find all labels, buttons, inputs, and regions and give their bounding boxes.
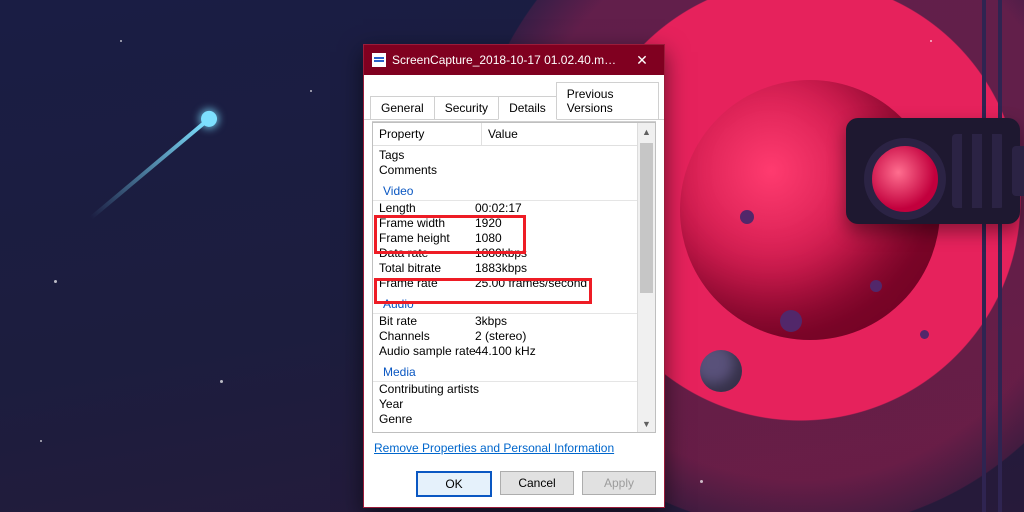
table-row[interactable]: Data rate 1880kbps bbox=[373, 246, 655, 261]
ok-button[interactable]: OK bbox=[416, 471, 492, 497]
property-value bbox=[475, 148, 649, 163]
property-label: Data rate bbox=[379, 246, 475, 261]
row-frame-rate[interactable]: Frame rate 25.00 frames/second bbox=[373, 276, 655, 291]
property-value bbox=[475, 397, 649, 412]
apply-button[interactable]: Apply bbox=[582, 471, 656, 495]
vertical-scrollbar[interactable]: ▲ ▼ bbox=[637, 123, 655, 432]
property-value: 1883kbps bbox=[475, 261, 649, 276]
table-row[interactable]: Total bitrate 1883kbps bbox=[373, 261, 655, 276]
property-label: Genre bbox=[379, 412, 475, 427]
property-label: Tags bbox=[379, 148, 475, 163]
table-row[interactable]: Audio sample rate 44.100 kHz bbox=[373, 344, 655, 359]
scroll-down-icon[interactable]: ▼ bbox=[638, 415, 655, 432]
tab-panel-details: Property Value Tags Comments Video Lengt… bbox=[372, 121, 656, 461]
file-icon bbox=[372, 53, 386, 67]
tab-security[interactable]: Security bbox=[434, 96, 499, 120]
property-label: Comments bbox=[379, 163, 475, 178]
table-row[interactable]: Tags bbox=[373, 148, 655, 163]
section-header-media: Media bbox=[373, 361, 655, 382]
table-body: Tags Comments Video Length 00:02:17 Fram… bbox=[373, 146, 655, 431]
moon-graphic bbox=[700, 350, 742, 392]
dialog-button-bar: OK Cancel Apply bbox=[364, 467, 664, 507]
probe-graphic bbox=[846, 118, 1020, 224]
property-value: 1080 bbox=[475, 231, 649, 246]
property-label: Total bitrate bbox=[379, 261, 475, 276]
remove-properties-link[interactable]: Remove Properties and Personal Informati… bbox=[374, 441, 614, 455]
table-header: Property Value bbox=[373, 123, 655, 146]
probe-tether bbox=[982, 0, 986, 512]
property-label: Frame height bbox=[379, 231, 475, 246]
close-icon: ✕ bbox=[636, 52, 648, 69]
probe-graphic-side bbox=[1012, 146, 1024, 196]
link-row: Remove Properties and Personal Informati… bbox=[372, 433, 656, 461]
property-value: 44.100 kHz bbox=[475, 344, 649, 359]
table-row[interactable]: Bit rate 3kbps bbox=[373, 314, 655, 329]
comet-graphic bbox=[33, 33, 287, 287]
tab-details[interactable]: Details bbox=[498, 96, 557, 120]
section-header-video: Video bbox=[373, 180, 655, 201]
property-value: 3kbps bbox=[475, 314, 649, 329]
row-frame-width[interactable]: Frame width 1920 bbox=[373, 216, 655, 231]
property-value: 00:02:17 bbox=[475, 201, 649, 216]
scrollbar-thumb[interactable] bbox=[640, 143, 653, 293]
tabstrip: General Security Details Previous Versio… bbox=[364, 75, 664, 120]
property-value: 25.00 frames/second bbox=[475, 276, 649, 291]
property-label: Bit rate bbox=[379, 314, 475, 329]
window-title: ScreenCapture_2018-10-17 01.02.40.mp4 Pr… bbox=[392, 53, 620, 67]
probe-tether bbox=[998, 0, 1002, 512]
property-label: Year bbox=[379, 397, 475, 412]
titlebar[interactable]: ScreenCapture_2018-10-17 01.02.40.mp4 Pr… bbox=[364, 45, 664, 75]
property-value bbox=[475, 382, 649, 397]
property-label: Contributing artists bbox=[379, 382, 475, 397]
close-button[interactable]: ✕ bbox=[620, 45, 664, 75]
column-header-property[interactable]: Property bbox=[373, 123, 482, 145]
property-label: Frame width bbox=[379, 216, 475, 231]
property-value: 1880kbps bbox=[475, 246, 649, 261]
row-frame-height[interactable]: Frame height 1080 bbox=[373, 231, 655, 246]
details-table: Property Value Tags Comments Video Lengt… bbox=[372, 122, 656, 433]
property-value: 1920 bbox=[475, 216, 649, 231]
property-label: Audio sample rate bbox=[379, 344, 475, 359]
tab-previous-versions[interactable]: Previous Versions bbox=[556, 82, 659, 120]
property-value: 2 (stereo) bbox=[475, 329, 649, 344]
table-row[interactable]: Comments bbox=[373, 163, 655, 178]
property-value bbox=[475, 163, 649, 178]
tab-general[interactable]: General bbox=[370, 96, 435, 120]
table-row[interactable]: Year bbox=[373, 397, 655, 412]
table-row[interactable]: Channels 2 (stereo) bbox=[373, 329, 655, 344]
property-label: Length bbox=[379, 201, 475, 216]
cancel-button[interactable]: Cancel bbox=[500, 471, 574, 495]
scroll-up-icon[interactable]: ▲ bbox=[638, 123, 655, 140]
column-header-value[interactable]: Value bbox=[482, 123, 655, 145]
property-value bbox=[475, 412, 649, 427]
section-header-audio: Audio bbox=[373, 293, 655, 314]
table-row[interactable]: Length 00:02:17 bbox=[373, 201, 655, 216]
property-label: Frame rate bbox=[379, 276, 475, 291]
properties-dialog: ScreenCapture_2018-10-17 01.02.40.mp4 Pr… bbox=[363, 44, 665, 508]
table-row[interactable]: Genre bbox=[373, 412, 655, 427]
table-row[interactable]: Contributing artists bbox=[373, 382, 655, 397]
property-label: Channels bbox=[379, 329, 475, 344]
